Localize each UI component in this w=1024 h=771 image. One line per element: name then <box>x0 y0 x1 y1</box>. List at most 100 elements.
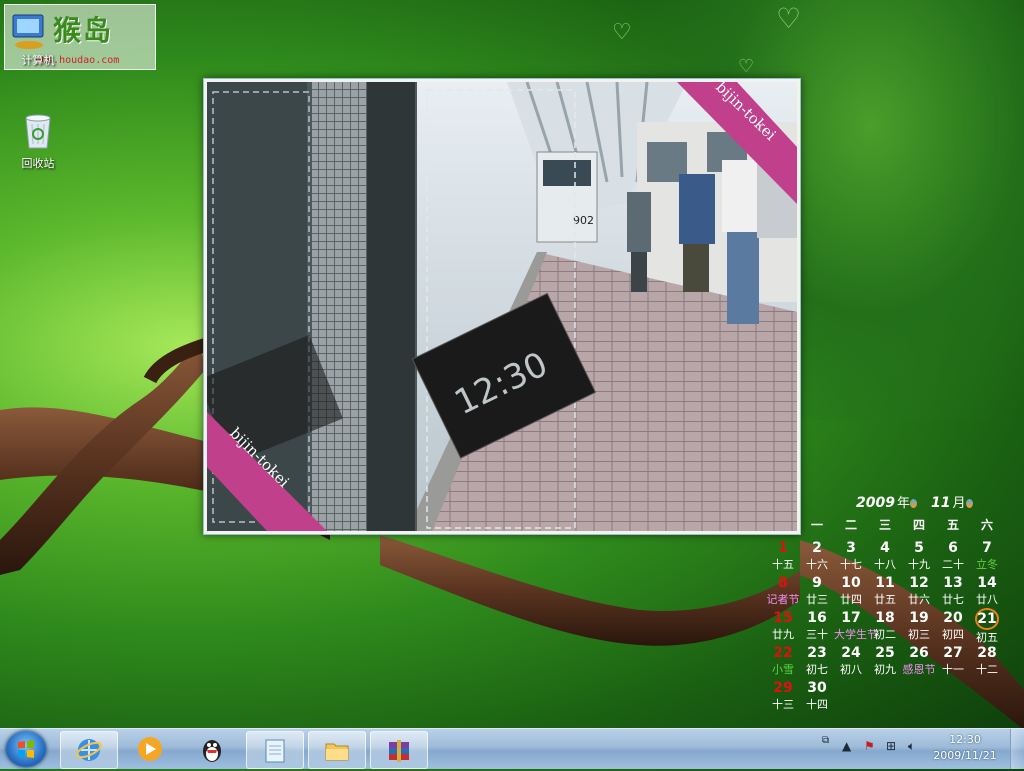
start-button[interactable] <box>6 731 46 767</box>
day-number: 11 <box>875 575 895 591</box>
calendar-day[interactable]: 11 廿五 <box>868 575 902 610</box>
calendar-day[interactable]: 18 初二 <box>868 610 902 645</box>
lunar-date-label: 廿五 <box>874 593 896 606</box>
winrar-icon <box>389 740 409 762</box>
day-number: 16 <box>807 610 827 626</box>
day-number: 22 <box>773 645 793 661</box>
desktop-icon-recycle-bin[interactable]: 回收站 <box>8 110 68 171</box>
calendar-day[interactable]: 6 二十 <box>936 540 970 575</box>
desktop-icon-computer[interactable]: 计算机 <box>8 50 68 68</box>
calendar-day[interactable]: 19 初三 <box>902 610 936 645</box>
day-number: 3 <box>846 540 856 556</box>
weekday-header: 二 <box>844 518 857 532</box>
calendar-day[interactable]: 29 十三 <box>766 680 800 715</box>
day-number: 7 <box>982 540 992 556</box>
volume-icon[interactable]: 🔈︎ <box>908 739 915 754</box>
calendar-day[interactable]: 13 廿七 <box>936 575 970 610</box>
calendar-day[interactable]: 28 十二 <box>970 645 1004 680</box>
lunar-date-label: 十一 <box>942 663 964 676</box>
day-number: 6 <box>948 540 958 556</box>
taskbar-button-media-player[interactable] <box>122 731 178 767</box>
calendar-day[interactable]: 25 初九 <box>868 645 902 680</box>
weekday-header: 四 <box>912 518 925 532</box>
calendar-day[interactable]: 3 十七 <box>834 540 868 575</box>
tray-expand-arrow-icon[interactable]: ▲ <box>842 739 851 753</box>
calendar-day[interactable]: 14 廿八 <box>970 575 1004 610</box>
calendar-day[interactable]: 12 廿六 <box>902 575 936 610</box>
calendar-header: 2009 年 11 月 <box>856 492 974 511</box>
taskbar-button-windows-explorer-folder[interactable] <box>308 731 366 769</box>
lunar-date-label: 十七 <box>840 558 862 571</box>
day-number: 28 <box>977 645 997 661</box>
taskbar: ⧉ ▲ ⚑ ⊞ 🔈︎ 12:30 2009/11/21 <box>0 728 1024 769</box>
calendar-day[interactable]: 27 十一 <box>936 645 970 680</box>
calendar-day[interactable]: 10 廿四 <box>834 575 868 610</box>
taskbar-button-winrar[interactable] <box>370 731 428 769</box>
lunar-date-label: 廿九 <box>772 628 794 641</box>
year-unit: 年 <box>896 496 910 511</box>
day-number: 26 <box>909 645 929 661</box>
lunar-date-label: 初五 <box>976 631 998 644</box>
day-number: 4 <box>880 540 890 556</box>
taskbar-button-notepad[interactable] <box>246 731 304 769</box>
calendar-day[interactable]: 20 初四 <box>936 610 970 645</box>
solar-term-label: 立冬 <box>976 558 998 571</box>
windows-logo-icon <box>18 740 34 758</box>
weekday-header: 一 <box>810 518 823 532</box>
calendar-day[interactable]: 30 十四 <box>800 680 834 715</box>
calendar-day[interactable]: 7 立冬 <box>970 540 1004 575</box>
calendar-day[interactable]: 4 十八 <box>868 540 902 575</box>
lunar-date-label: 十四 <box>806 698 828 711</box>
solar-term-label: 小雪 <box>772 663 794 676</box>
photo-image: 902 12:30 bijin-tokei bijin-tokei <box>207 82 797 531</box>
network-icon[interactable]: ⊞ <box>886 739 896 753</box>
tray-expand-icon[interactable]: ⧉ <box>822 735 829 746</box>
show-desktop-button[interactable] <box>1010 729 1024 769</box>
year-spinner-icon[interactable] <box>909 499 917 508</box>
calendar-day[interactable]: 16 三十 <box>800 610 834 645</box>
festival-label: 大学生节 <box>834 628 878 641</box>
lunar-date-label: 十五 <box>772 558 794 571</box>
action-center-flag-icon[interactable]: ⚑ <box>864 739 875 753</box>
day-number: 8 <box>778 575 788 591</box>
lunar-date-label: 十三 <box>772 698 794 711</box>
day-number: 15 <box>773 610 793 626</box>
clock-time: 12:30 <box>949 733 981 746</box>
day-number: 5 <box>914 540 924 556</box>
taskbar-clock[interactable]: 12:30 2009/11/21 <box>930 732 1000 764</box>
calendar-gadget[interactable]: 2009 年 11 月 一二三四五六 1 十五 2 十六 3 十七 4 十八 5 十九 6 二十 7 立冬 8 记者… <box>760 492 1022 720</box>
calendar-day[interactable]: 17 大学生节 <box>834 610 878 645</box>
lunar-date-label: 初八 <box>840 663 862 676</box>
lunar-date-label: 初二 <box>874 628 896 641</box>
windows-explorer-folder-icon <box>325 743 349 761</box>
day-number: 17 <box>841 610 861 626</box>
weekday-header: 六 <box>980 518 993 532</box>
taskbar-button-internet-explorer[interactable] <box>60 731 118 769</box>
month-spinner-icon[interactable] <box>966 499 974 508</box>
day-number: 20 <box>943 610 963 626</box>
taskbar-button-qq-penguin[interactable] <box>184 731 240 767</box>
lunar-date-label: 廿三 <box>806 593 828 606</box>
calendar-day[interactable]: 23 初七 <box>800 645 834 680</box>
calendar-day[interactable]: 22 小雪 <box>766 645 800 680</box>
day-number: 24 <box>841 645 861 661</box>
calendar-day[interactable]: 2 十六 <box>800 540 834 575</box>
day-number: 19 <box>909 610 929 626</box>
calendar-day[interactable]: 26 感恩节 <box>902 645 936 680</box>
svg-text:902: 902 <box>573 214 594 227</box>
calendar-day[interactable]: 5 十九 <box>902 540 936 575</box>
calendar-day[interactable]: 24 初八 <box>834 645 868 680</box>
day-number: 18 <box>875 610 895 626</box>
calendar-day[interactable]: 9 廿三 <box>800 575 834 610</box>
lunar-date-label: 初四 <box>942 628 964 641</box>
calendar-day[interactable]: 8 记者节 <box>766 575 800 610</box>
lunar-date-label: 十六 <box>806 558 828 571</box>
calendar-day[interactable]: 15 廿九 <box>766 610 800 645</box>
calendar-day[interactable]: 1 十五 <box>766 540 800 575</box>
day-number: 21 <box>975 608 999 630</box>
qq-penguin-icon <box>203 740 221 762</box>
heart-decoration-icon: ♡ <box>776 2 802 35</box>
calendar-day-today[interactable]: 21 初五 <box>970 608 1004 645</box>
heart-decoration-icon: ♡ <box>612 20 632 45</box>
bijin-tokei-photo-gadget[interactable]: 902 12:30 bijin-tokei bijin-tokei <box>203 78 801 535</box>
